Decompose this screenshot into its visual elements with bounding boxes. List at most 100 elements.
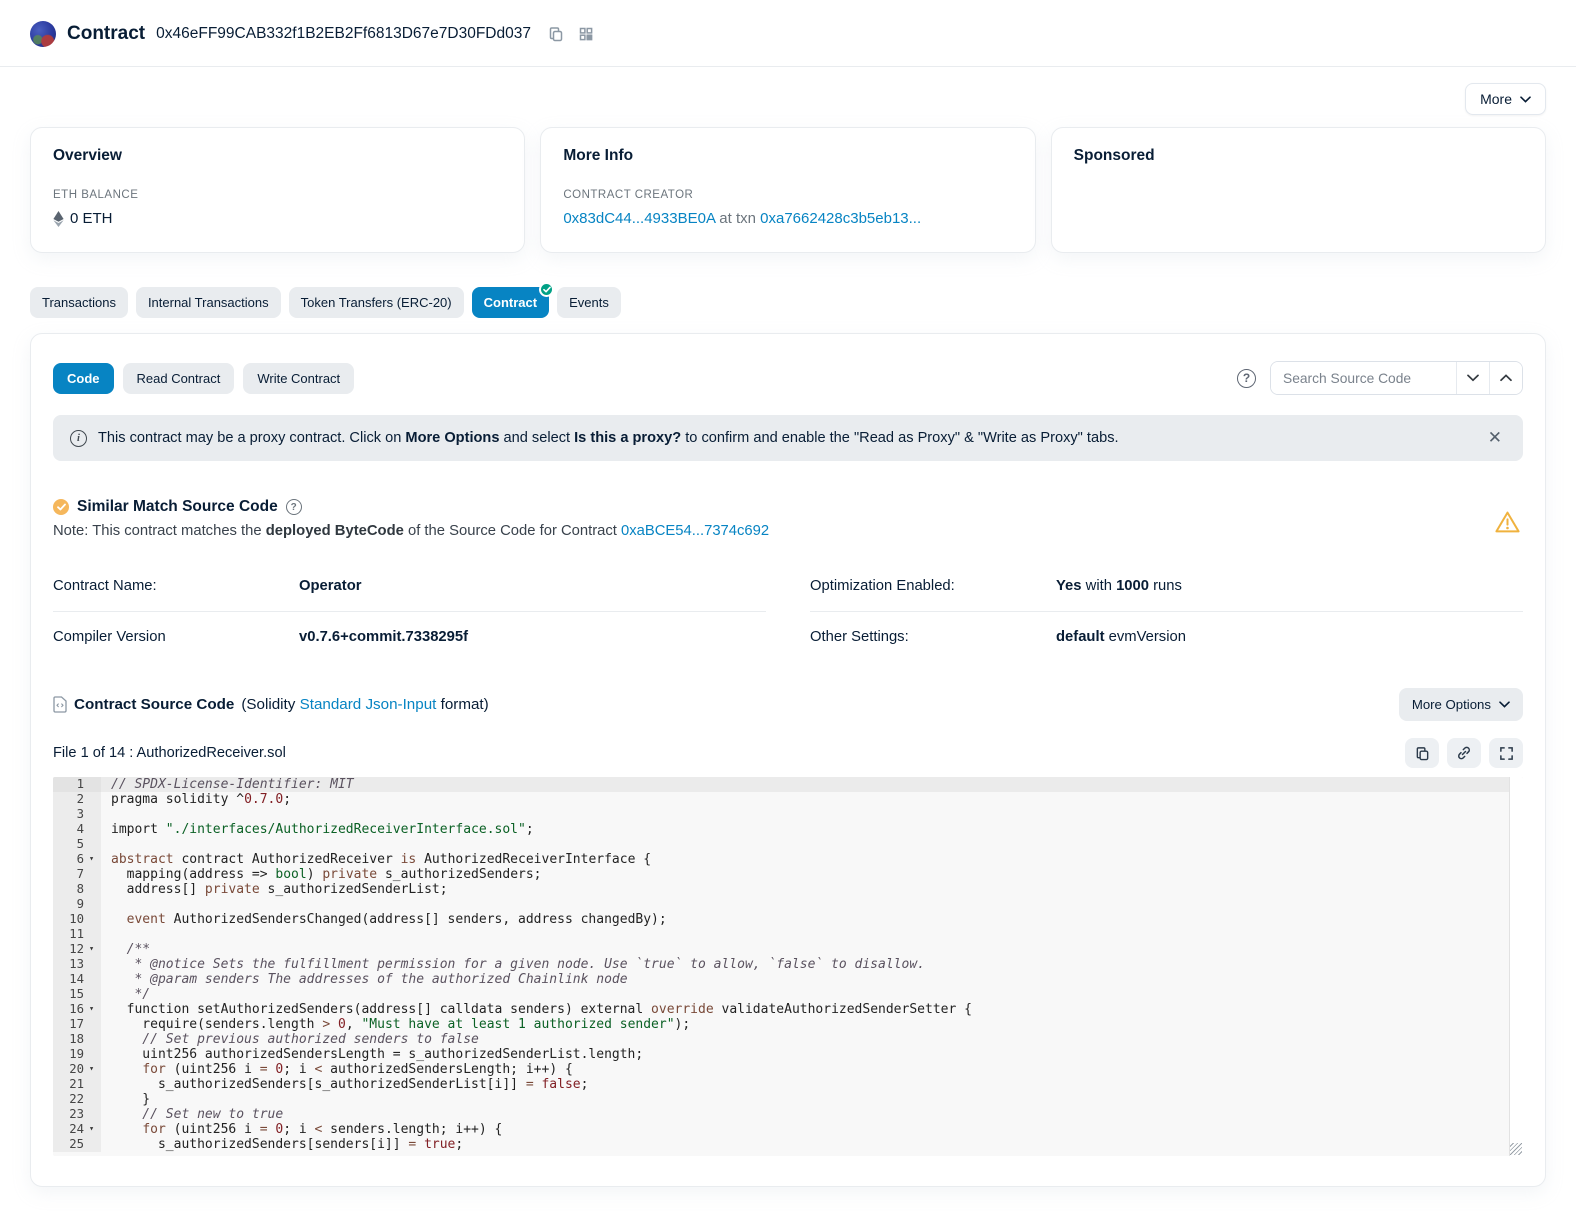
subtab-code[interactable]: Code <box>53 363 114 394</box>
fold-spacer <box>84 987 99 1002</box>
line-number: 17 <box>53 1017 84 1032</box>
close-banner-button[interactable]: ✕ <box>1484 426 1506 450</box>
code-text <box>101 897 119 912</box>
line-gutter: 21 <box>53 1077 101 1092</box>
creator-connector: at txn <box>719 210 756 227</box>
more-options-button[interactable]: More Options <box>1399 688 1523 721</box>
text-bold: Is this a proxy? <box>574 430 681 446</box>
copy-address-button[interactable] <box>548 26 564 42</box>
tab-events[interactable]: Events <box>557 287 621 318</box>
link-icon <box>1456 745 1472 761</box>
search-prev-button[interactable] <box>1489 362 1522 394</box>
code-text: * @param senders The addresses of the au… <box>101 972 628 987</box>
fold-spacer <box>84 1092 99 1107</box>
code-token: ; i <box>283 1122 314 1137</box>
page-tabs: Transactions Internal Transactions Token T… <box>0 253 1576 318</box>
code-token: s_authorizedSenders[s_authorizedSenderLi… <box>111 1077 526 1092</box>
overview-card-title: Overview <box>53 147 502 165</box>
line-number: 12 <box>53 942 84 957</box>
fold-toggle[interactable]: ▾ <box>84 852 99 867</box>
text-segment: Note: This contract matches the <box>53 523 266 539</box>
code-token <box>111 1122 142 1137</box>
code-text: } <box>101 1092 150 1107</box>
code-line: 23 // Set new to true <box>53 1107 1523 1122</box>
code-token: 0 <box>338 1017 346 1032</box>
line-number: 22 <box>53 1092 84 1107</box>
line-number: 7 <box>53 867 84 882</box>
permalink-button[interactable] <box>1447 738 1481 768</box>
tab-contract[interactable]: Contract <box>472 287 549 318</box>
code-token: "Must have at least 1 authorized sender" <box>361 1017 674 1032</box>
code-token: override <box>651 1002 714 1017</box>
code-token: */ <box>111 987 150 1002</box>
contract-meta: Contract Name:Operator Compiler Versionv0… <box>53 561 1523 662</box>
chevron-down-icon <box>1520 96 1531 103</box>
search-source-input[interactable] <box>1271 362 1456 394</box>
editor-scrollbar[interactable] <box>1509 777 1523 1156</box>
tab-transactions[interactable]: Transactions <box>30 287 128 318</box>
fold-spacer <box>84 1137 99 1152</box>
more-button[interactable]: More <box>1465 83 1546 115</box>
code-token: ); <box>675 1017 691 1032</box>
creator-txn-link[interactable]: 0xa7662428c3b5eb13... <box>760 210 921 227</box>
text-bold: v0.7.6+commit.7338295f <box>299 629 468 645</box>
subtab-read-contract[interactable]: Read Contract <box>123 363 235 394</box>
text-bold: Yes <box>1056 578 1082 594</box>
eth-balance-label: ETH BALANCE <box>53 189 502 201</box>
search-next-button[interactable] <box>1456 362 1489 394</box>
code-line: 2pragma solidity ^0.7.0; <box>53 792 1523 807</box>
tab-internal-transactions[interactable]: Internal Transactions <box>136 287 281 318</box>
contract-panel: CodeRead ContractWrite Contract ? i This <box>30 333 1546 1187</box>
text-segment: evmVersion <box>1105 629 1186 645</box>
fold-toggle[interactable]: ▾ <box>84 942 99 957</box>
file-info: File 1 of 14 : AuthorizedReceiver.sol <box>53 745 286 761</box>
more-options-label: More Options <box>1412 697 1491 712</box>
line-number: 21 <box>53 1077 84 1092</box>
text-bold: default <box>1056 629 1105 645</box>
editor-resize-handle[interactable] <box>1510 1143 1522 1155</box>
similar-match-title: Similar Match Source Code <box>77 498 278 516</box>
inline-link[interactable]: 0xaBCE54...7374c692 <box>621 523 769 539</box>
line-gutter: 2 <box>53 792 101 807</box>
code-token: = <box>260 1122 268 1137</box>
line-gutter: 14 <box>53 972 101 987</box>
code-token: // Set previous authorized senders to fa… <box>111 1032 479 1047</box>
code-token: // Set new to true <box>111 1107 283 1122</box>
text-bold: Operator <box>299 578 362 594</box>
code-token: mapping(address => <box>111 867 275 882</box>
line-gutter: 5 <box>53 837 101 852</box>
line-gutter: 22 <box>53 1092 101 1107</box>
code-token: /** <box>111 942 150 957</box>
fullscreen-icon <box>1499 746 1514 761</box>
tab-label: Events <box>569 295 609 310</box>
meta-value: default evmVersion <box>1056 629 1186 645</box>
meta-row-optimization-enabled: Optimization Enabled:Yes with 1000 runs <box>810 561 1523 611</box>
line-number: 8 <box>53 882 84 897</box>
meta-label: Compiler Version <box>53 629 299 645</box>
source-code-editor[interactable]: 1// SPDX-License-Identifier: MIT2pragma … <box>53 777 1523 1156</box>
tab-token-transfers-erc-20[interactable]: Token Transfers (ERC-20) <box>289 287 464 318</box>
fold-toggle[interactable]: ▾ <box>84 1002 99 1017</box>
contract-apps-button[interactable] <box>578 26 594 42</box>
help-icon[interactable]: ? <box>1237 369 1256 388</box>
warning-icon[interactable] <box>1494 510 1521 534</box>
code-token: s_authorizedSenders; <box>377 867 541 882</box>
creator-address-link[interactable]: 0x83dC44...4933BE0A <box>563 210 715 227</box>
meta-row-contract-name: Contract Name:Operator <box>53 561 766 611</box>
line-gutter: 16▾ <box>53 1002 101 1017</box>
tab-label: Contract <box>484 295 537 310</box>
code-token: = <box>260 1062 268 1077</box>
fold-toggle[interactable]: ▾ <box>84 1062 99 1077</box>
subtab-write-contract[interactable]: Write Contract <box>243 363 354 394</box>
code-line: 3 <box>53 807 1523 822</box>
code-token: ; <box>455 1137 463 1152</box>
line-number: 25 <box>53 1137 84 1152</box>
json-input-link[interactable]: Standard Json-Input <box>300 696 437 713</box>
question-icon[interactable]: ? <box>286 499 302 515</box>
expand-button[interactable] <box>1489 738 1523 768</box>
copy-source-button[interactable] <box>1405 738 1439 768</box>
fold-toggle[interactable]: ▾ <box>84 1122 99 1137</box>
eth-icon <box>53 211 64 227</box>
line-gutter: 8 <box>53 882 101 897</box>
similar-match-section: Similar Match Source Code ? Note: This c… <box>53 498 1523 539</box>
